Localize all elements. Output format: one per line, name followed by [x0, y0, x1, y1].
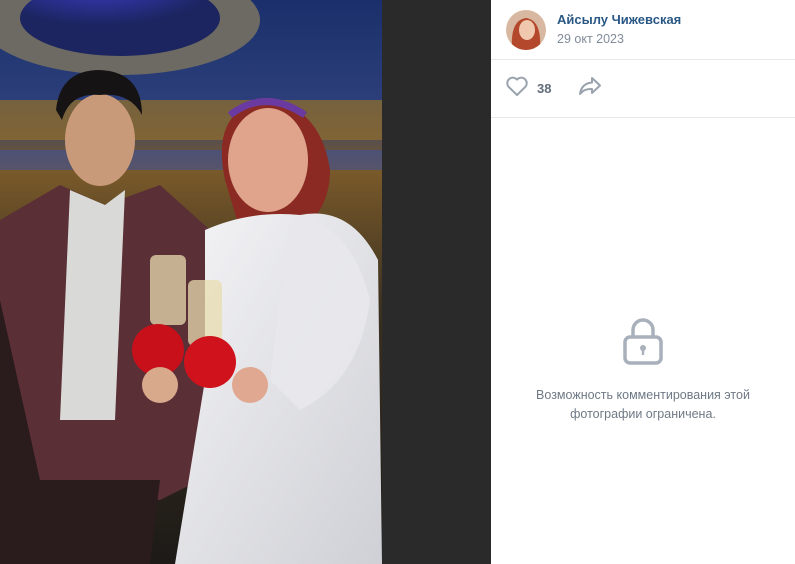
post-header: Айсылу Чижевская 29 окт 2023: [491, 0, 795, 60]
info-panel: Айсылу Чижевская 29 окт 2023 38 Возможно…: [491, 0, 795, 564]
comments-restricted-message: Возможность комментирования этой фотогра…: [536, 388, 750, 421]
author-name-link[interactable]: Айсылу Чижевская: [557, 12, 681, 28]
heart-outline-icon: [505, 75, 529, 102]
share-arrow-icon: [577, 75, 603, 102]
comments-restricted-block: Возможность комментирования этой фотогра…: [491, 316, 795, 424]
like-count: 38: [537, 81, 552, 96]
lock-icon: [621, 316, 665, 366]
share-button[interactable]: [577, 75, 603, 102]
avatar-image: [506, 9, 546, 50]
avatar[interactable]: [506, 9, 546, 50]
post-date[interactable]: 29 окт 2023: [557, 31, 681, 47]
photo-viewer: [0, 0, 491, 564]
like-button[interactable]: 38: [505, 75, 551, 102]
post-actions: 38: [491, 60, 795, 118]
photo-image: [0, 0, 382, 564]
wedding-photo[interactable]: [0, 0, 382, 564]
